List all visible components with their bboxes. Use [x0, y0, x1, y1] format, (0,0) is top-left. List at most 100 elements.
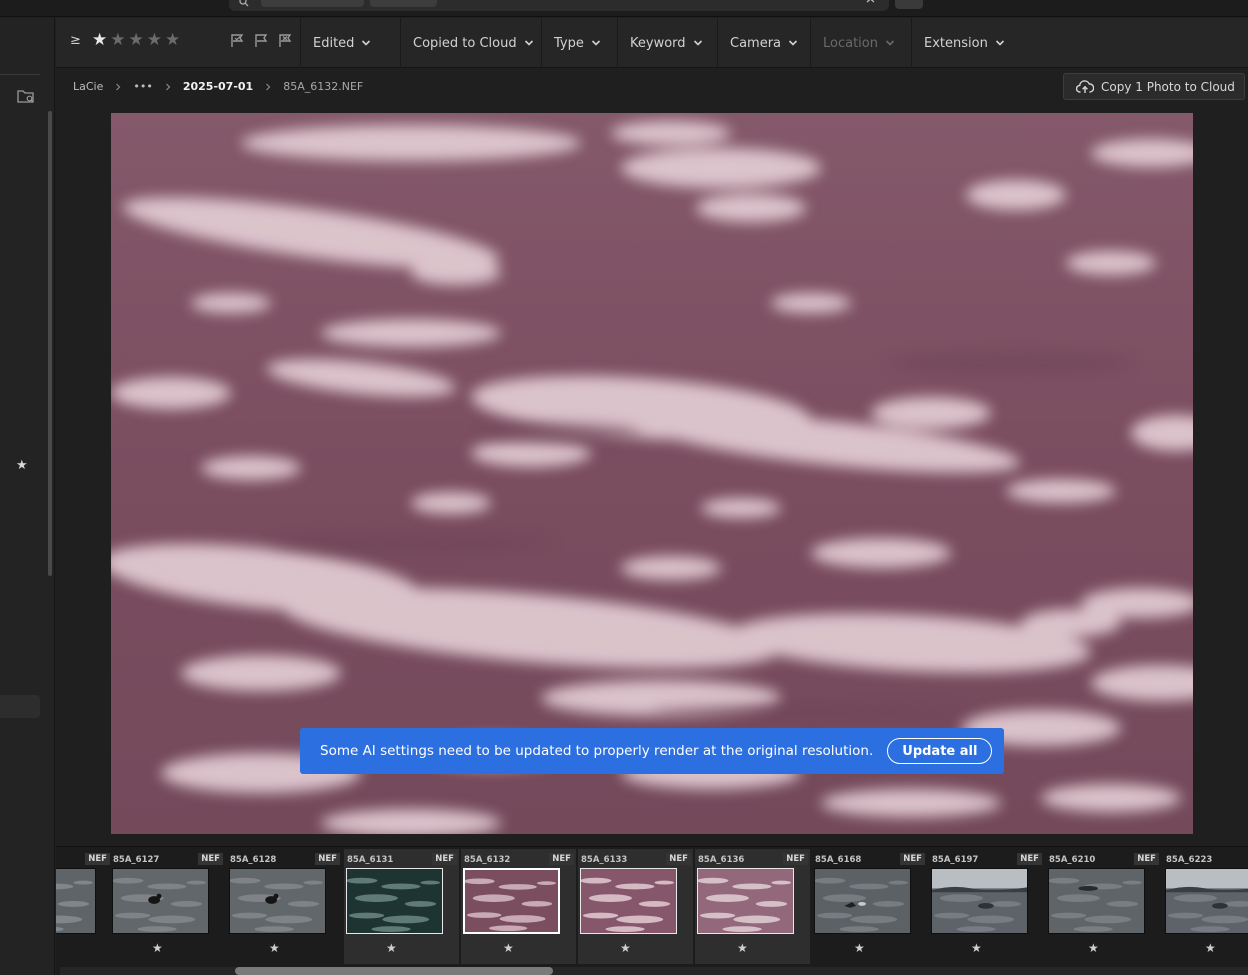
flag-rejected-icon[interactable]	[278, 33, 293, 48]
filter-location-dropdown: Location	[810, 18, 907, 68]
thumbnail-image	[581, 869, 676, 933]
ai-update-banner: Some AI settings need to be updated to p…	[300, 728, 1004, 774]
filmstrip-thumbnail[interactable]: 85A_6127 NEF ★	[110, 849, 225, 964]
panel-item[interactable]	[0, 695, 40, 718]
star-rating-icon[interactable]: ★	[152, 941, 163, 955]
chevron-down-icon	[362, 40, 371, 46]
update-all-button[interactable]: Update all	[887, 738, 993, 764]
thumbnail-image	[465, 870, 558, 932]
flag-filter	[230, 33, 293, 48]
filmstrip-thumbnail[interactable]: 85A_6136 NEF ★	[695, 849, 810, 964]
star-rating-icon[interactable]: ★	[386, 941, 397, 955]
clear-search-icon[interactable]	[864, 0, 878, 6]
main-photo-view[interactable]	[111, 113, 1193, 834]
thumbnail-filename: 85A_6223	[1166, 855, 1213, 865]
file-type-badge: NEF	[1017, 853, 1042, 865]
star-icon[interactable]: ★	[129, 30, 144, 50]
filmstrip-thumbnail[interactable]: 85A_6132 NEF ★	[461, 849, 576, 964]
chevron-down-icon	[995, 40, 1004, 46]
thumbnail-filename: 85A_6168	[815, 855, 862, 865]
flag-unflagged-icon[interactable]	[254, 33, 269, 48]
thumbnail-filename: 85A_6210	[1049, 855, 1096, 865]
star-rating-icon[interactable]: ★	[854, 941, 865, 955]
search-submit-button[interactable]	[895, 0, 923, 9]
thumbnail-filename: 85A_6133	[581, 855, 628, 865]
filter-extension-dropdown[interactable]: Extension	[911, 18, 1017, 68]
thumbnail-image	[347, 869, 442, 933]
filter-edited-dropdown[interactable]: Edited	[300, 18, 383, 68]
filmstrip-thumbnail[interactable]: 85A_6210 NEF ★	[1046, 849, 1161, 964]
filmstrip-scrollbar-thumb[interactable]	[235, 967, 553, 975]
breadcrumb-item-drive[interactable]: LaCie	[73, 80, 103, 93]
filmstrip-thumbnail[interactable]: 85A_6223N★	[1163, 849, 1248, 964]
file-type-badge: NEF	[666, 853, 691, 865]
search-token[interactable]	[261, 0, 364, 7]
panel-scrollbar[interactable]	[48, 111, 52, 576]
chevron-down-icon	[885, 40, 895, 46]
copy-to-cloud-button[interactable]: Copy 1 Photo to Cloud	[1063, 73, 1245, 100]
filmstrip-thumbnail[interactable]: 85A_6131 NEF ★	[344, 849, 459, 964]
breadcrumb-item-more[interactable]: •••	[133, 80, 152, 93]
file-type-badge: NEF	[783, 853, 808, 865]
rating-comparison-toggle[interactable]: ≥	[70, 33, 81, 48]
filmstrip-thumbnail[interactable]: 85A_6133 NEF ★	[578, 849, 693, 964]
filter-label: Edited	[313, 35, 355, 51]
star-icon[interactable]: ★	[147, 30, 162, 50]
filmstrip-thumbnail[interactable]: 85A_6128 NEF ★	[227, 849, 342, 964]
thumbnail-frame	[463, 868, 560, 934]
filter-camera-dropdown[interactable]: Camera	[717, 18, 810, 68]
divider	[0, 74, 40, 75]
flag-picked-icon[interactable]	[230, 33, 245, 48]
thumbnail-image	[113, 869, 208, 933]
file-type-badge: NEF	[198, 853, 223, 865]
filter-label: Copied to Cloud	[413, 35, 517, 51]
filmstrip-thumbnail[interactable]: NEF★	[56, 849, 112, 964]
thumbnail-frame	[229, 868, 326, 934]
thumbnail-filename: 85A_6131	[347, 855, 394, 865]
star-rating-icon[interactable]: ★	[503, 941, 514, 955]
thumbnail-image	[1049, 869, 1144, 933]
chevron-down-icon	[591, 40, 600, 46]
filter-type-dropdown[interactable]: Type	[541, 18, 613, 68]
star-rating-icon[interactable]: ★	[971, 941, 982, 955]
photo-image	[111, 113, 1193, 834]
thumbnail-image	[815, 869, 910, 933]
filmstrip: NEF★85A_6127NEF★85A_6128NEF★85A_6131NEF★…	[56, 846, 1248, 975]
thumbnail-filename: 85A_6132	[464, 855, 511, 865]
cloud-upload-icon	[1076, 79, 1094, 93]
breadcrumb-bar: LaCie ••• 2025-07-01 85A_6132.NEF Copy 1…	[56, 69, 1248, 107]
star-filled-icon[interactable]: ★	[92, 30, 107, 50]
star-filled-icon[interactable]: ★	[16, 458, 28, 473]
filter-label: Camera	[730, 35, 782, 51]
star-rating-icon[interactable]: ★	[737, 941, 748, 955]
filmstrip-thumbnail[interactable]: 85A_6197 NEF ★	[929, 849, 1044, 964]
filmstrip-thumbnail[interactable]: 85A_6168 NEF ★	[812, 849, 927, 964]
filter-keyword-dropdown[interactable]: Keyword	[617, 18, 715, 68]
star-rating-icon[interactable]: ★	[1205, 941, 1216, 955]
left-panel: ★	[0, 18, 55, 975]
filter-label: Location	[823, 35, 878, 51]
thumbnail-frame	[112, 868, 209, 934]
filter-copied-to-cloud-dropdown[interactable]: Copied to Cloud	[400, 18, 546, 68]
thumbnail-frame	[697, 868, 794, 934]
thumbnail-filename: 85A_6197	[932, 855, 979, 865]
folder-search-icon[interactable]	[17, 88, 35, 104]
thumbnail-frame	[814, 868, 911, 934]
search-token[interactable]	[370, 0, 437, 7]
rating-filter: ★ ★ ★ ★ ★	[92, 30, 180, 50]
thumbnail-frame	[1165, 868, 1248, 934]
star-icon[interactable]: ★	[110, 30, 125, 50]
chevron-down-icon	[693, 40, 702, 46]
breadcrumb-item-folder[interactable]: 2025-07-01	[183, 80, 253, 93]
star-rating-icon[interactable]: ★	[269, 941, 280, 955]
search-strip	[0, 0, 1248, 17]
thumbnail-filename: 85A_6127	[113, 855, 160, 865]
file-type-badge: NEF	[432, 853, 457, 865]
chevron-down-icon	[788, 40, 798, 46]
chevron-right-icon	[266, 83, 271, 90]
star-rating-icon[interactable]: ★	[1088, 941, 1099, 955]
star-rating-icon[interactable]: ★	[620, 941, 631, 955]
thumbnail-image	[56, 869, 95, 933]
star-icon[interactable]: ★	[165, 30, 180, 50]
thumbnail-frame	[346, 868, 443, 934]
